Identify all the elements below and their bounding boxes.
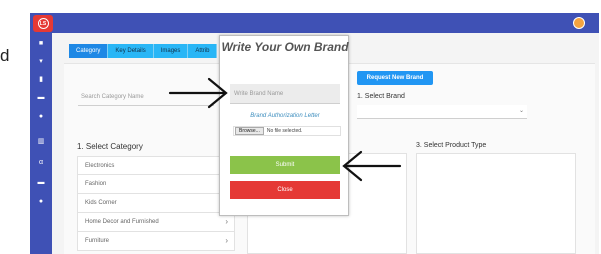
basket-icon[interactable]: ▾ bbox=[37, 58, 45, 65]
select-product-type-heading: 3. Select Product Type bbox=[416, 142, 487, 149]
tab-bar: Category Key Details Images Attrib bbox=[69, 44, 218, 58]
file-status-text: No file selected. bbox=[266, 128, 303, 134]
write-brand-modal: Write Your Own Brand Write Brand Name Br… bbox=[219, 35, 349, 216]
select-brand-label: 1. Select Brand bbox=[357, 93, 405, 100]
list-item-fashion[interactable]: Fashion bbox=[77, 175, 235, 194]
sidebar: ■ ▾ ▮ ▬ ● ▥ α ▬ ● bbox=[30, 33, 52, 254]
authorization-letter-label: Brand Authorization Letter bbox=[250, 113, 320, 119]
request-new-brand-button[interactable]: Request New Brand bbox=[357, 71, 433, 85]
cropped-text-fragment: d bbox=[0, 46, 10, 65]
file-upload-field: Browse... No file selected. bbox=[233, 126, 341, 136]
logo-mark: LS bbox=[37, 18, 49, 29]
list-item-furniture[interactable]: Furniture › bbox=[77, 232, 235, 251]
select-category-heading: 1. Select Category bbox=[77, 142, 143, 151]
app-window: LS ■ ▾ ▮ ▬ ● ▥ α ▬ ● Category Key Detail… bbox=[30, 13, 599, 254]
list-item-label: Home Decor and Furnished bbox=[85, 219, 159, 225]
list-item-kids-corner[interactable]: Kids Corner bbox=[77, 194, 235, 213]
modal-title: Write Your Own Brand bbox=[221, 40, 349, 54]
user-avatar-icon[interactable] bbox=[573, 17, 585, 29]
settings-icon[interactable]: ● bbox=[37, 198, 45, 205]
tab-category[interactable]: Category bbox=[69, 44, 109, 58]
brand-name-input[interactable]: Write Brand Name bbox=[230, 84, 340, 104]
app-logo[interactable]: LS bbox=[33, 15, 53, 32]
bar-chart-icon[interactable]: ▥ bbox=[37, 138, 45, 145]
list-item-label: Electronics bbox=[85, 163, 115, 169]
list-item-label: Kids Corner bbox=[85, 200, 117, 206]
list-item-label: Fashion bbox=[85, 181, 107, 187]
tab-images[interactable]: Images bbox=[153, 44, 189, 58]
shipping-icon[interactable]: ▬ bbox=[37, 179, 45, 186]
product-type-panel bbox=[416, 153, 576, 254]
list-item-electronics[interactable]: Electronics bbox=[77, 156, 235, 175]
list-item-label: Furniture bbox=[85, 238, 110, 244]
submit-button[interactable]: Submit bbox=[230, 156, 340, 174]
tag-icon[interactable]: α bbox=[37, 159, 45, 166]
tab-attributes[interactable]: Attrib bbox=[188, 44, 218, 58]
brand-select-dropdown[interactable]: ⌄ bbox=[357, 105, 527, 119]
close-button[interactable]: Close bbox=[230, 181, 340, 199]
list-item-home-decor[interactable]: Home Decor and Furnished › bbox=[77, 213, 235, 232]
dashboard-icon[interactable]: ■ bbox=[37, 40, 45, 47]
browse-button[interactable]: Browse... bbox=[235, 127, 264, 135]
truck-icon[interactable]: ▬ bbox=[37, 94, 45, 101]
clipboard-icon[interactable]: ▮ bbox=[37, 76, 45, 83]
chevron-down-icon: ⌄ bbox=[518, 108, 524, 114]
cube-icon[interactable]: ● bbox=[37, 113, 45, 120]
top-navbar: LS bbox=[30, 13, 599, 33]
tab-key-details[interactable]: Key Details bbox=[108, 44, 154, 58]
category-list: Electronics Fashion Kids Corner Home Dec… bbox=[77, 156, 235, 251]
search-category-input[interactable]: Search Category Name bbox=[78, 88, 214, 106]
chevron-right-icon: › bbox=[225, 236, 228, 245]
